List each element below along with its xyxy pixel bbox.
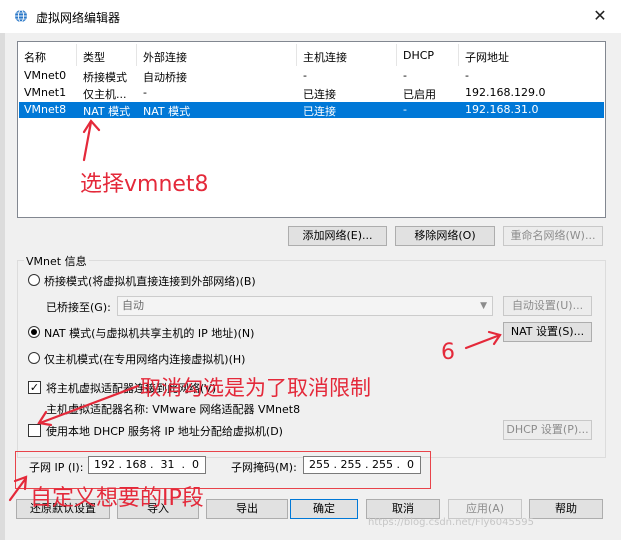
annotation-select-vmnet8: 选择vmnet8 [80, 172, 209, 197]
globe-icon [15, 9, 27, 23]
cell-type: 仅主机... [83, 88, 127, 101]
cell-external: NAT 模式 [143, 105, 191, 118]
cell-dhcp: 已启用 [403, 88, 436, 101]
cell-dhcp: - [403, 69, 407, 82]
auto-settings-button[interactable]: 自动设置(U)... [503, 296, 592, 316]
cell-host: - [303, 69, 307, 82]
column-header-external[interactable]: 外部连接 [143, 49, 187, 65]
help-button[interactable]: 帮助 [529, 499, 603, 519]
column-separator [136, 44, 137, 66]
watermark: https://blog.csdn.net/Fly6045595 [368, 517, 534, 528]
bridged-to-select[interactable]: 自动 ▼ [117, 296, 493, 316]
column-header-type[interactable]: 类型 [83, 49, 105, 65]
close-button[interactable]: ✕ [585, 4, 615, 28]
annotation-custom-ip: 自定义想要的IP段 [30, 486, 204, 511]
column-header-host[interactable]: 主机连接 [303, 49, 347, 65]
add-network-button[interactable]: 添加网络(E)... [288, 226, 387, 246]
apply-button[interactable]: 应用(A) [448, 499, 522, 519]
cell-host: 已连接 [303, 88, 336, 101]
column-separator [296, 44, 297, 66]
column-header-subnet[interactable]: 子网地址 [465, 49, 509, 65]
remove-network-button[interactable]: 移除网络(O) [395, 226, 495, 246]
column-header-name[interactable]: 名称 [24, 49, 46, 65]
cancel-button[interactable]: 取消 [366, 499, 440, 519]
chevron-down-icon: ▼ [480, 301, 487, 311]
nat-mode-radio[interactable] [28, 326, 40, 338]
bridged-to-label: 已桥接至(G): [46, 301, 111, 314]
connect-adapter-checkbox[interactable]: ✓ [28, 381, 41, 394]
ok-button[interactable]: 确定 [290, 499, 358, 519]
cell-type: 桥接模式 [83, 71, 127, 84]
bridged-to-value: 自动 [122, 299, 144, 312]
host-only-label[interactable]: 仅主机模式(在专用网络内连接虚拟机)(H) [44, 351, 245, 367]
adapter-name-label: 主机虚拟适配器名称: VMware 网络适配器 VMnet8 [46, 403, 301, 416]
export-button[interactable]: 导出 [206, 499, 288, 519]
close-icon: ✕ [593, 6, 607, 25]
window-title: 虚拟网络编辑器 [36, 11, 121, 25]
column-separator [76, 44, 77, 66]
nat-settings-button[interactable]: NAT 设置(S)... [503, 322, 592, 342]
cell-external: - [143, 86, 147, 99]
annotation-uncheck-dhcp: 取消勾选是为了取消限制 [140, 376, 371, 400]
cell-host: 已连接 [303, 105, 336, 118]
vmnet-info-title: VMnet 信息 [24, 253, 89, 269]
column-separator [396, 44, 397, 66]
bridged-mode-label[interactable]: 桥接模式(将虚拟机直接连接到外部网络)(B) [44, 273, 256, 289]
cell-name: VMnet8 [24, 103, 67, 116]
cell-type: NAT 模式 [83, 105, 131, 118]
cell-subnet: - [465, 69, 469, 82]
local-dhcp-label[interactable]: 使用本地 DHCP 服务将 IP 地址分配给虚拟机(D) [46, 423, 283, 439]
network-row-vmnet0[interactable]: VMnet0 桥接模式 自动桥接 - - - [19, 68, 604, 84]
local-dhcp-checkbox[interactable] [28, 424, 41, 437]
left-border [0, 0, 5, 540]
network-row-vmnet8[interactable]: VMnet8 NAT 模式 NAT 模式 已连接 - 192.168.31.0 [19, 102, 604, 118]
nat-mode-label[interactable]: NAT 模式(与虚拟机共享主机的 IP 地址)(N) [44, 325, 254, 341]
column-separator [458, 44, 459, 66]
annotation-step-six: 6 [441, 340, 455, 365]
cell-subnet: 192.168.31.0 [465, 103, 539, 116]
cell-dhcp: - [403, 103, 407, 116]
host-only-radio[interactable] [28, 352, 40, 364]
rename-network-button[interactable]: 重命名网络(W)... [503, 226, 603, 246]
title-bar: 虚拟网络编辑器 ✕ [0, 0, 621, 33]
cell-name: VMnet1 [24, 86, 67, 99]
cell-external: 自动桥接 [143, 71, 187, 84]
bridged-mode-radio[interactable] [28, 274, 40, 286]
column-header-dhcp[interactable]: DHCP [403, 49, 434, 62]
cell-subnet: 192.168.129.0 [465, 86, 546, 99]
network-row-vmnet1[interactable]: VMnet1 仅主机... - 已连接 已启用 192.168.129.0 [19, 85, 604, 101]
cell-name: VMnet0 [24, 69, 67, 82]
dhcp-settings-button[interactable]: DHCP 设置(P)... [503, 420, 592, 440]
